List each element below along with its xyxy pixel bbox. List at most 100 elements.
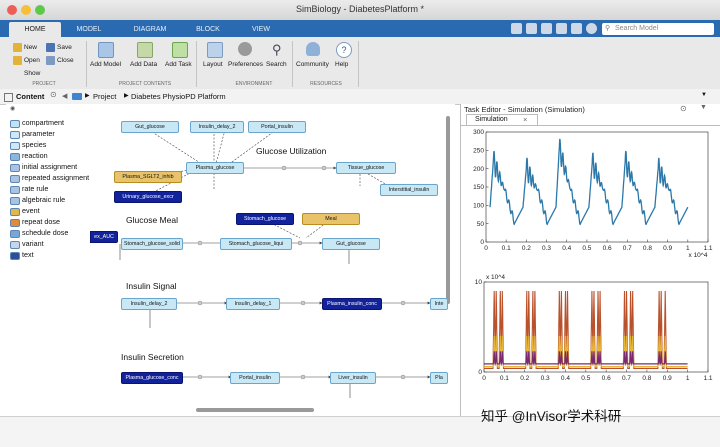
node-interstitial-insulin[interactable]: Interstitial_insulin xyxy=(380,184,438,196)
x-tick-label: 1.1 xyxy=(703,245,712,252)
show-button[interactable]: Show xyxy=(24,70,40,77)
library-item[interactable]: variant xyxy=(22,238,44,249)
library-item[interactable]: rate rule xyxy=(22,183,48,194)
compartment-icon xyxy=(10,119,20,128)
x-tick-label: 0.3 xyxy=(542,245,551,252)
node-liver-insulin[interactable]: Liver_insulin xyxy=(330,372,376,384)
library-item[interactable]: schedule dose xyxy=(22,227,68,238)
x-tick-label: 0.1 xyxy=(502,245,511,252)
library-item[interactable]: repeat dose xyxy=(22,216,60,227)
schedule-dose-icon xyxy=(10,229,20,238)
panel-collapse-icon[interactable] xyxy=(4,93,13,102)
node-stomach-glucose-liquid[interactable]: Stomach_glucose_liqui xyxy=(220,238,292,250)
x-tick-label: 0 xyxy=(484,245,488,252)
path-dropdown-icon[interactable]: ▼ xyxy=(701,92,707,98)
tab-view[interactable]: VIEW xyxy=(239,22,283,37)
tab-diagram[interactable]: DIAGRAM xyxy=(124,22,176,37)
node-urinary-glucose-excr[interactable]: Urinary_glucose_excr xyxy=(114,191,182,203)
panel-menu-icon[interactable]: ⊙ xyxy=(50,90,57,99)
node-ex-auc[interactable]: ex_AUC xyxy=(90,231,118,243)
x-tick-label: 1.1 xyxy=(703,375,712,382)
help-button[interactable]: Help xyxy=(335,61,348,68)
variant-icon xyxy=(10,240,20,249)
node-plasma-partial[interactable]: Pla xyxy=(430,372,448,384)
task-editor-collapse-icon[interactable]: ▼ xyxy=(700,104,707,111)
x-tick-label: 0.7 xyxy=(623,245,632,252)
node-stomach-glucose[interactable]: Stomach_glucose xyxy=(236,213,294,225)
tab-model[interactable]: MODEL xyxy=(64,22,114,37)
community-button[interactable]: Community xyxy=(296,61,329,68)
node-stomach-glucose-solid[interactable]: Stomach_glucose_solid xyxy=(121,238,183,250)
copy-quick-icon[interactable] xyxy=(541,23,552,34)
node-meal[interactable]: Meal xyxy=(302,213,360,225)
new-button[interactable]: New xyxy=(24,44,37,51)
node-plasma-glucose-conc[interactable]: Plasma_glucose_conc xyxy=(121,372,183,384)
parameter-icon xyxy=(10,130,20,139)
save-quick-icon[interactable] xyxy=(511,23,522,34)
preferences-button[interactable]: Preferences xyxy=(228,61,263,68)
node-tissue-glucose[interactable]: Tissue_glucose xyxy=(336,162,396,174)
open-icon xyxy=(13,56,22,65)
x-tick-label: 0.9 xyxy=(663,375,672,382)
tab-simulation-label: Simulation xyxy=(475,116,508,123)
cut-quick-icon[interactable] xyxy=(526,23,537,34)
library-item[interactable]: initial assignment xyxy=(22,161,77,172)
breadcrumb-project[interactable]: Project xyxy=(93,92,116,101)
x-tick-label: 0.2 xyxy=(520,375,529,382)
close-icon xyxy=(46,56,55,65)
group-separator xyxy=(292,41,293,87)
node-interstitial-partial[interactable]: Inte xyxy=(430,298,448,310)
cluster-title-insulin-signal: Insulin Signal xyxy=(126,281,177,291)
library-item[interactable]: text xyxy=(22,249,34,260)
y-tick-label: 150 xyxy=(473,184,484,191)
library-item[interactable]: algebraic rule xyxy=(22,194,65,205)
add-task-button[interactable]: Add Task xyxy=(165,61,192,68)
group-label-project: PROJECT xyxy=(32,81,56,87)
tab-home[interactable]: HOME xyxy=(9,22,61,37)
library-item[interactable]: reaction xyxy=(22,150,48,161)
library-item[interactable]: compartment xyxy=(22,117,64,128)
library-item[interactable]: parameter xyxy=(22,128,55,139)
node-gut-glucose[interactable]: Gut_glucose xyxy=(121,121,179,133)
open-button[interactable]: Open xyxy=(24,57,40,64)
close-button[interactable]: Close xyxy=(57,57,74,64)
node-insulin-delay-1[interactable]: Insulin_delay_1 xyxy=(226,298,280,310)
rate-rule-icon xyxy=(10,185,20,194)
library-expand-icon[interactable]: ◉ xyxy=(10,105,15,112)
redo-quick-icon[interactable] xyxy=(571,23,582,34)
diagram-canvas[interactable]: Gut_glucose Insulin_delay_2 Portal_insul… xyxy=(90,104,455,416)
node-insulin-delay-2[interactable]: Insulin_delay_2 xyxy=(190,121,244,133)
reaction-icon xyxy=(10,152,20,161)
window-title: SimBiology - DiabetesPlatform * xyxy=(295,4,425,14)
node-portal-insulin[interactable]: Portal_insulin xyxy=(248,121,306,133)
search-model-input[interactable]: ⚲ Search Model xyxy=(602,23,714,35)
magnifier-icon: ⚲ xyxy=(272,42,282,57)
glucose-simulation-chart[interactable]: 0 0.1 0.2 0.3 0.4 0.5 0.6 0.7 0.8 0.9 1 1.1 0 50 100 15… xyxy=(462,126,718,271)
search-button[interactable]: Search xyxy=(266,61,287,68)
node-portal-insulin-secretion[interactable]: Portal_insulin xyxy=(230,372,280,384)
task-editor-menu-icon[interactable]: ⊙ xyxy=(680,104,687,113)
node-plasma-insulin-conc[interactable]: Plasma_insulin_conc xyxy=(322,298,382,310)
save-button[interactable]: Save xyxy=(57,44,72,51)
library-item[interactable]: species xyxy=(22,139,46,150)
undo-quick-icon[interactable] xyxy=(556,23,567,34)
node-plasma-glucose[interactable]: Plasma_glucose xyxy=(186,162,244,174)
help-quick-icon[interactable] xyxy=(586,23,597,34)
tab-close-icon[interactable]: × xyxy=(523,115,527,124)
layout-button[interactable]: Layout xyxy=(203,61,223,68)
nav-back-icon[interactable]: ◀ xyxy=(62,92,67,100)
species-icon xyxy=(10,141,20,150)
add-model-button[interactable]: Add Model xyxy=(90,61,121,68)
insulin-simulation-chart[interactable]: 0 0.1 0.2 0.3 0.4 0.5 0.6 0.7 0.8 0.9 1 1.1 0 10x 10^… xyxy=(462,272,718,416)
breadcrumb-model[interactable]: Diabetes PhysioPD Platform xyxy=(131,92,226,101)
node-plasma-sglt2-inhib[interactable]: Plasma_SGLT2_inhib xyxy=(114,171,182,183)
node-insulin-delay-2-signal[interactable]: Insulin_delay_2 xyxy=(121,298,177,310)
x-tick-label: 0.2 xyxy=(522,245,531,252)
add-data-button[interactable]: Add Data xyxy=(130,61,157,68)
node-gut-glucose-meal[interactable]: Gut_glucose xyxy=(322,238,380,250)
library-item[interactable]: repeated assignment xyxy=(22,172,89,183)
algebraic-rule-icon xyxy=(10,196,20,205)
library-item[interactable]: event xyxy=(22,205,40,216)
tab-block[interactable]: BLOCK xyxy=(186,22,230,37)
group-label-resources: RESOURCES xyxy=(310,81,342,87)
